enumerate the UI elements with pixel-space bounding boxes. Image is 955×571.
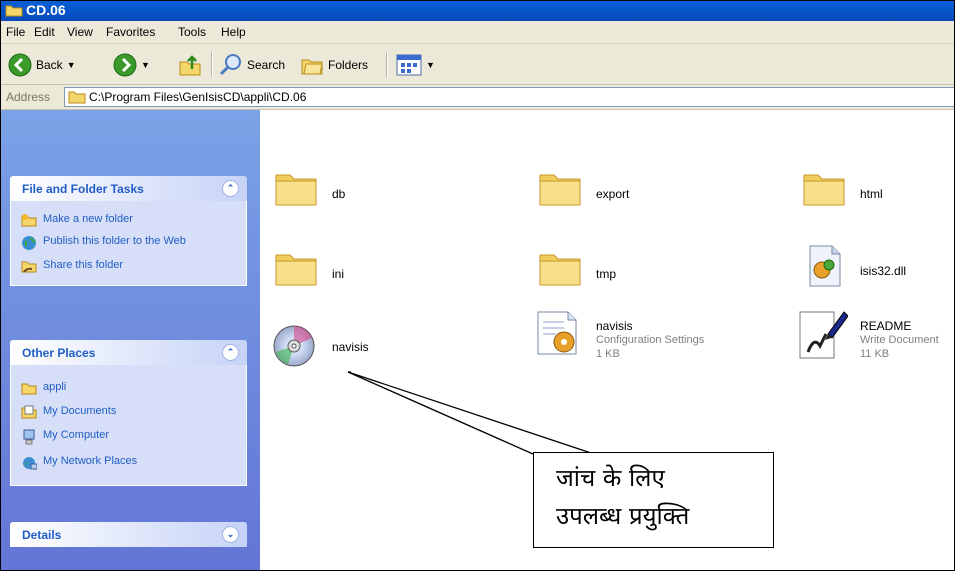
window-frame: [0, 0, 955, 571]
